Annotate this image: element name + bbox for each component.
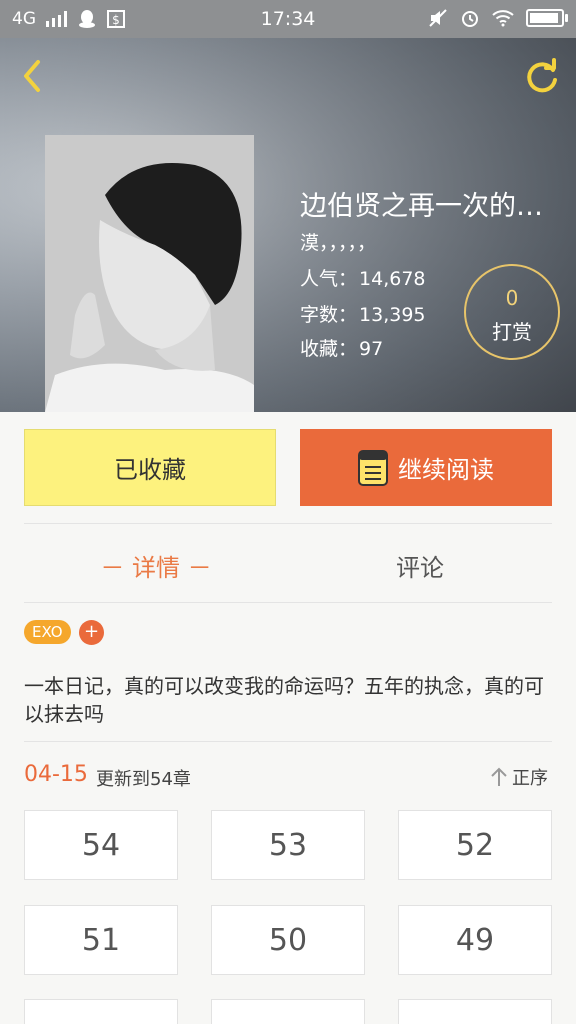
tag-exo[interactable]: EXO xyxy=(24,620,71,644)
favorites-label: 收藏： xyxy=(300,338,358,360)
tab-detail[interactable]: － 详情 － xyxy=(24,548,288,583)
back-arrow-icon[interactable] xyxy=(14,56,54,96)
popularity-value: 14,678 xyxy=(359,268,426,290)
chapter-button[interactable]: 50 xyxy=(211,905,365,975)
update-info: 更新到54章 xyxy=(96,769,191,790)
chapter-button[interactable]: 52 xyxy=(398,810,552,880)
alarm-icon xyxy=(462,11,478,27)
battery-icon xyxy=(526,9,568,27)
update-date: 04-15 xyxy=(24,762,88,787)
popularity-label: 人气： xyxy=(300,268,358,290)
word-count-value: 13,395 xyxy=(359,304,426,326)
mute-icon xyxy=(429,9,447,27)
favorited-label: 已收藏 xyxy=(114,456,186,484)
book-header: 边伯贤之再一次的… 漠，，，，， 人气： 14,678 字数： 13,395 收藏：… xyxy=(0,38,576,412)
divider xyxy=(24,602,552,603)
book-icon xyxy=(358,449,388,486)
add-tag-button[interactable]: + xyxy=(79,620,104,645)
favorites-stat: 收藏： 97 xyxy=(300,334,383,361)
sort-order-label: 正序 xyxy=(512,768,548,789)
chapter-button[interactable] xyxy=(398,999,552,1024)
divider xyxy=(24,741,552,742)
favorited-button[interactable]: 已收藏 xyxy=(24,429,276,506)
chapter-button[interactable] xyxy=(211,999,365,1024)
divider xyxy=(24,523,552,524)
sort-order-toggle[interactable]: 正序 xyxy=(490,764,548,790)
favorites-value: 97 xyxy=(359,338,384,360)
word-count-stat: 字数： 13,395 xyxy=(300,300,426,327)
chapter-button[interactable]: 54 xyxy=(24,810,178,880)
continue-reading-label: 继续阅读 xyxy=(398,456,494,484)
book-author[interactable]: 漠，，，，， xyxy=(300,228,376,255)
book-cover-image[interactable] xyxy=(45,135,254,412)
chapter-button[interactable]: 49 xyxy=(398,905,552,975)
status-bar: 4G $ 17:34 xyxy=(0,0,576,38)
arrow-up-icon xyxy=(491,767,507,786)
chapter-button[interactable]: 53 xyxy=(211,810,365,880)
tip-label: 打赏 xyxy=(492,320,532,344)
word-count-label: 字数： xyxy=(300,304,358,326)
refresh-icon[interactable] xyxy=(522,56,562,96)
chapter-button[interactable] xyxy=(24,999,178,1024)
tab-comment[interactable]: 评论 xyxy=(288,548,552,583)
book-description: 一本日记，真的可以改变我的命运吗？五年的执念，真的可以抹去吗 xyxy=(24,674,544,726)
tip-button[interactable]: 0 打赏 xyxy=(464,264,560,360)
popularity-stat: 人气： 14,678 xyxy=(300,264,426,291)
chapter-button[interactable]: 51 xyxy=(24,905,178,975)
continue-reading-button[interactable]: 继续阅读 xyxy=(300,429,552,506)
wifi-icon xyxy=(492,10,514,27)
book-title: 边伯贤之再一次的… xyxy=(300,191,543,222)
tip-count: 0 xyxy=(505,286,519,310)
